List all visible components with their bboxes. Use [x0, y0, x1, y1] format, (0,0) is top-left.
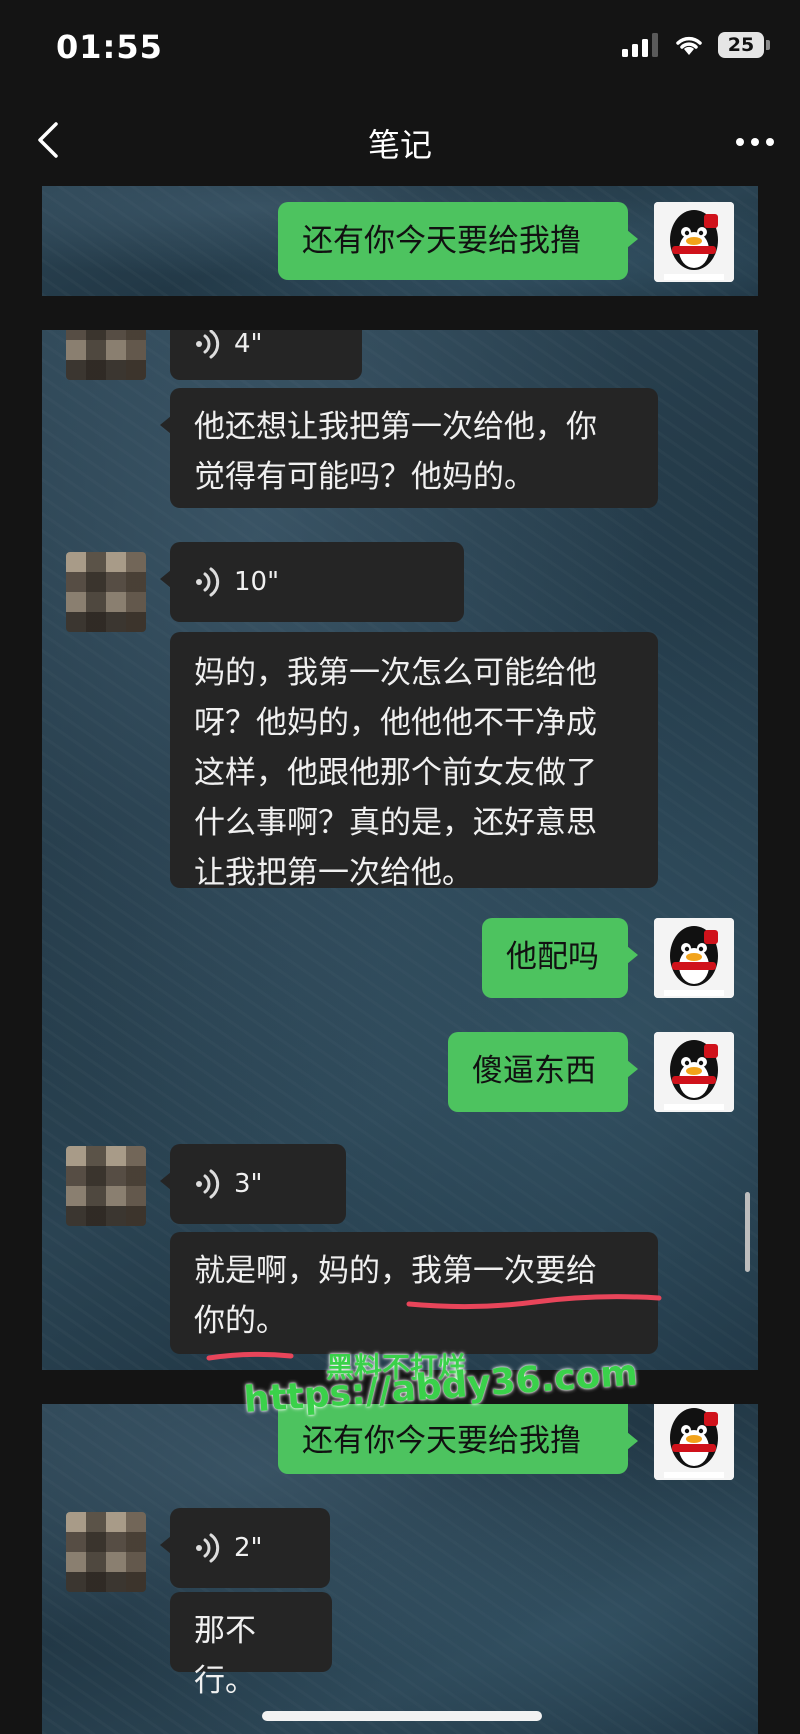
nav-bar: 笔记: [0, 100, 800, 184]
avatar[interactable]: [654, 202, 734, 282]
message-line: 他还想让我把第一次给他，你: [194, 409, 597, 445]
page-title: 笔记: [367, 126, 432, 164]
avatar[interactable]: [654, 918, 734, 998]
highlight-underline: [406, 1294, 662, 1310]
penguin-avatar-icon: [654, 918, 734, 998]
avatar[interactable]: [66, 1512, 146, 1592]
message-line: 妈的，我第一次怎么可能给他: [194, 655, 597, 691]
avatar[interactable]: [654, 1032, 734, 1112]
message-text: 还有你今天要给我撸: [302, 1423, 581, 1459]
message-line: 就是啊，妈的，我第一次要给: [194, 1253, 597, 1289]
message-bubble-incoming[interactable]: 妈的，我第一次怎么可能给他 呀？他妈的，他他他不干净成 这样，他跟他那个前女友做…: [170, 632, 658, 891]
message-text: 还有你今天要给我撸: [302, 223, 581, 259]
avatar[interactable]: [654, 1404, 734, 1480]
message-text: 那不行。: [194, 1613, 256, 1699]
avatar[interactable]: [66, 330, 146, 380]
voice-wave-icon: [196, 1169, 220, 1199]
voice-wave-icon: [196, 1533, 220, 1563]
voice-message[interactable]: 10": [160, 542, 464, 622]
message-bubble-incoming[interactable]: 那不行。: [170, 1592, 332, 1699]
voice-message[interactable]: 3": [160, 1144, 346, 1224]
message-text: 他配吗: [506, 939, 599, 975]
home-indicator[interactable]: [262, 1711, 542, 1721]
voice-duration: 2": [234, 1533, 263, 1563]
message-line: 这样，他跟他那个前女友做了: [194, 755, 597, 791]
message-line: 什么事啊？真的是，还好意思: [194, 805, 597, 841]
more-icon[interactable]: [732, 122, 778, 162]
penguin-avatar-icon: [654, 1032, 734, 1112]
highlight-underline: [206, 1351, 294, 1361]
message-line: 让我把第一次给他。: [194, 855, 473, 891]
message-line: 呀？他妈的，他他他不干净成: [194, 705, 597, 741]
message-bubble-outgoing[interactable]: 还有你今天要给我撸: [278, 202, 638, 280]
status-icons: 25: [622, 32, 770, 58]
signal-icon: [622, 33, 658, 57]
status-bar: 01:55 25: [0, 0, 800, 100]
voice-wave-icon: [196, 330, 220, 359]
penguin-avatar-icon: [654, 202, 734, 282]
screenshot-panel-2: 4" 他还想让我把第一次给他，你 觉得有可能吗？他妈的。 10" 妈的，我第一次…: [42, 330, 758, 1370]
voice-wave-icon: [196, 567, 220, 597]
voice-duration: 4": [234, 330, 263, 359]
message-bubble-outgoing[interactable]: 他配吗: [482, 918, 638, 998]
penguin-avatar-icon: [654, 1404, 734, 1480]
message-bubble-outgoing[interactable]: 傻逼东西: [448, 1032, 638, 1112]
voice-message[interactable]: 2": [160, 1508, 330, 1588]
voice-message[interactable]: 4": [170, 330, 362, 380]
voice-duration: 10": [234, 567, 280, 597]
avatar[interactable]: [66, 1146, 146, 1226]
scrollbar[interactable]: [745, 1192, 750, 1272]
message-text: 傻逼东西: [472, 1053, 596, 1089]
battery-icon: 25: [718, 32, 770, 58]
screenshot-panel-1: 还有你今天要给我撸: [42, 186, 758, 296]
wifi-icon: [676, 36, 702, 55]
screenshot-panel-3: 还有你今天要给我撸 2" 那不行。: [42, 1404, 758, 1734]
status-time: 01:55: [56, 28, 163, 66]
message-bubble-incoming[interactable]: 他还想让我把第一次给他，你 觉得有可能吗？他妈的。: [160, 388, 658, 508]
battery-level: 25: [718, 32, 764, 58]
avatar[interactable]: [66, 552, 146, 632]
message-line: 觉得有可能吗？他妈的。: [194, 459, 535, 495]
voice-duration: 3": [234, 1169, 263, 1199]
